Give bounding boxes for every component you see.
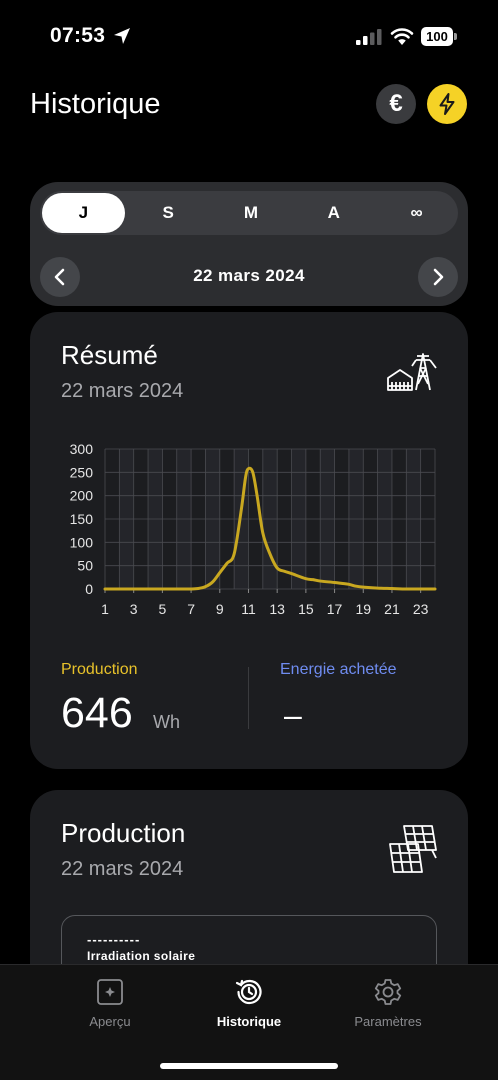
irradiation-value: ---------- [87, 932, 141, 947]
period-tab-3[interactable]: A [292, 191, 375, 235]
solar-panel-icon [389, 825, 437, 873]
y-tick-label: 150 [70, 511, 94, 527]
summary-card: Résumé 22 mars 2024 0 50 100 150 200 250 300 1 3… [30, 312, 468, 769]
period-tab-0[interactable]: J [42, 193, 125, 233]
production-title: Production [61, 818, 186, 848]
y-tick-label: 200 [70, 488, 94, 504]
tab-label-parametres: Paramètres [354, 1014, 422, 1029]
x-tick-label: 5 [158, 601, 166, 617]
battery-level: 100 [421, 27, 453, 46]
tab-label-apercu: Aperçu [89, 1014, 131, 1029]
period-tabs: J S M A ∞ [40, 191, 458, 235]
x-tick-label: 15 [298, 601, 314, 617]
x-tick-label: 19 [355, 601, 371, 617]
y-tick-label: 0 [85, 581, 93, 597]
lightning-icon [439, 93, 455, 115]
settings-gear-icon [374, 979, 402, 1005]
x-tick-label: 23 [413, 601, 429, 617]
production-chart: 0501001502002503001 3 5 7 9 11 13 15 17 19 21 23 [70, 442, 437, 617]
x-tick-label: 21 [384, 601, 400, 617]
x-tick-label: 9 [216, 601, 224, 617]
x-tick-label: 3 [130, 601, 138, 617]
date-navigator: 22 mars 2024 [40, 257, 458, 297]
summary-title: Résumé [61, 340, 158, 370]
tab-apercu[interactable]: Aperçu [55, 977, 165, 1029]
irradiation-title: Irradiation solaire [87, 949, 196, 963]
summary-date: 22 mars 2024 [61, 380, 184, 402]
production-label: Production [61, 661, 138, 678]
x-tick-label: 11 [241, 601, 256, 617]
tab-historique[interactable]: Historique [194, 977, 304, 1029]
location-arrow-icon [114, 28, 130, 44]
overview-icon [97, 979, 123, 1005]
production-value: 646 [61, 689, 133, 737]
x-tick-label: 13 [269, 601, 285, 617]
period-selector: J S M A ∞ 22 mars 2024 [30, 182, 468, 306]
y-tick-label: 100 [70, 534, 94, 550]
purchased-energy-value: – [284, 697, 302, 733]
status-time: 07:53 [50, 24, 106, 47]
tab-parametres[interactable]: Paramètres [333, 977, 443, 1029]
current-date: 22 mars 2024 [193, 266, 305, 285]
y-tick-label: 50 [77, 558, 93, 574]
y-tick-label: 300 [70, 442, 94, 457]
x-tick-label: 7 [187, 601, 195, 617]
y-tick-label: 250 [70, 464, 94, 480]
status-bar: 07:53 100 [0, 0, 498, 70]
purchased-energy-label: Energie achetée [280, 661, 397, 678]
page-title: Historique [30, 88, 161, 120]
signal-icon [356, 29, 382, 45]
home-indicator [160, 1063, 338, 1069]
house-pylon-icon [387, 353, 437, 391]
previous-date-button[interactable] [40, 257, 80, 297]
period-tab-1[interactable]: S [127, 191, 210, 235]
period-tab-2[interactable]: M [210, 191, 293, 235]
wifi-icon [390, 28, 414, 45]
euro-button[interactable]: € [376, 84, 416, 124]
x-tick-label: 1 [101, 601, 109, 617]
divider [248, 667, 249, 729]
period-tab-4[interactable]: ∞ [375, 191, 458, 235]
next-date-button[interactable] [418, 257, 458, 297]
battery-icon: 100 [421, 27, 457, 46]
production-unit: Wh [153, 712, 180, 732]
chevron-right-icon [433, 268, 444, 286]
x-tick-label: 17 [327, 601, 343, 617]
chevron-left-icon [54, 268, 65, 286]
energy-button[interactable] [427, 84, 467, 124]
tab-label-historique: Historique [216, 1014, 282, 1029]
euro-icon: € [389, 90, 403, 117]
production-date: 22 mars 2024 [61, 858, 184, 880]
history-icon [235, 979, 262, 1005]
